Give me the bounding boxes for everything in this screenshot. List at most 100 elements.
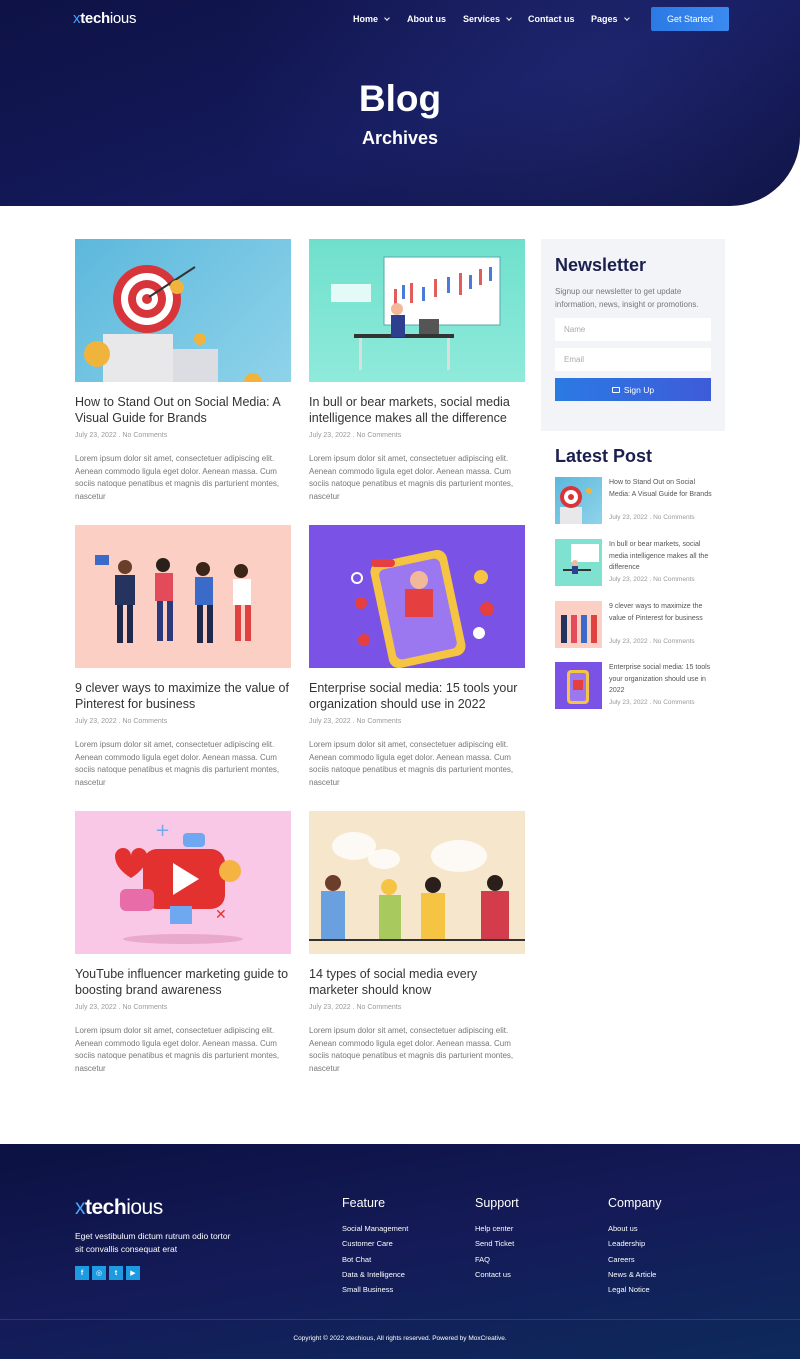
page-subtitle: Archives [361, 128, 439, 148]
footer-link[interactable]: FAQ [475, 1252, 519, 1267]
footer-link[interactable]: Send Ticket [475, 1236, 519, 1251]
post-title[interactable]: How to Stand Out on Social Media: A Visu… [75, 394, 291, 426]
people-illustration [561, 615, 597, 643]
nav-item-about[interactable]: About us [407, 14, 446, 24]
footer-link[interactable]: Legal Notice [608, 1282, 662, 1297]
discussion-illustration [309, 832, 525, 941]
footer-link[interactable]: Small Business [342, 1282, 408, 1297]
latest-post-item[interactable]: Enterprise social media: 15 tools your o… [555, 662, 715, 710]
footer-link[interactable]: About us [608, 1221, 662, 1236]
newsletter-description: Signup our newsletter to get update info… [555, 287, 699, 309]
latest-post-thumbnail[interactable] [555, 601, 602, 648]
latest-post-thumbnail[interactable] [555, 477, 602, 524]
footer-link[interactable]: Customer Care [342, 1236, 408, 1251]
post-meta: July 23, 2022 . No Comments [309, 718, 402, 725]
newsletter-widget: Newsletter Signup our newsletter to get … [541, 239, 725, 431]
post-title[interactable]: 9 clever ways to maximize the value of P… [75, 680, 291, 712]
post-card: 9 clever ways to maximize the value of P… [75, 525, 291, 789]
post-excerpt: Lorem ipsum dolor sit amet, consectetuer… [75, 1026, 280, 1073]
page-title: Blog [358, 78, 442, 119]
post-excerpt: Lorem ipsum dolor sit amet, consectetuer… [309, 454, 514, 501]
latest-post-item[interactable]: In bull or bear markets, social media in… [555, 539, 715, 587]
envelope-icon [611, 386, 620, 393]
post-excerpt: Lorem ipsum dolor sit amet, consectetuer… [309, 740, 514, 787]
post-excerpt: Lorem ipsum dolor sit amet, consectetuer… [75, 740, 280, 787]
post-title[interactable]: 14 types of social media every marketer … [309, 966, 525, 998]
footer-link[interactable]: Careers [608, 1252, 662, 1267]
twitter-icon[interactable]: t [109, 1266, 123, 1280]
latest-post-meta: July 23, 2022 . No Comments [609, 576, 695, 583]
post-thumbnail[interactable] [309, 239, 525, 382]
latest-post-item[interactable]: 9 clever ways to maximize the value of P… [555, 601, 715, 649]
chevron-down-icon [384, 14, 390, 21]
post-thumbnail[interactable] [75, 525, 291, 668]
post-card: How to Stand Out on Social Media: A Visu… [75, 239, 291, 503]
footer-logo[interactable]: xtechious [75, 1196, 163, 1220]
facebook-icon[interactable]: f [75, 1266, 89, 1280]
target-illustration [84, 265, 262, 382]
post-title[interactable]: YouTube influencer marketing guide to bo… [75, 966, 291, 998]
footer-link[interactable]: Leadership [608, 1236, 662, 1251]
post-thumbnail[interactable]: + ✕ [75, 811, 291, 954]
nav-item-contact[interactable]: Contact us [528, 14, 575, 24]
footer-link[interactable]: Bot Chat [342, 1252, 408, 1267]
sign-up-button[interactable]: Sign Up [555, 378, 711, 401]
footer-column-title: Company [608, 1196, 662, 1210]
social-phone-illustration [567, 670, 589, 704]
svg-text:✕: ✕ [215, 907, 227, 923]
post-card: 14 types of social media every marketer … [309, 811, 525, 1075]
latest-post-thumbnail[interactable] [555, 662, 602, 709]
latest-post-title-text[interactable]: How to Stand Out on Social Media: A Visu… [609, 477, 715, 500]
newsletter-title: Newsletter [555, 255, 647, 275]
post-title[interactable]: Enterprise social media: 15 tools your o… [309, 680, 525, 712]
footer-divider [0, 1319, 800, 1320]
latest-post-title-text[interactable]: 9 clever ways to maximize the value of P… [609, 601, 715, 624]
post-meta: July 23, 2022 . No Comments [75, 718, 168, 725]
post-meta: July 23, 2022 . No Comments [309, 432, 402, 439]
post-card: Enterprise social media: 15 tools your o… [309, 525, 525, 789]
nav-item-services[interactable]: Services [463, 14, 512, 24]
email-field[interactable] [555, 348, 711, 371]
svg-text:+: + [155, 820, 170, 841]
footer-column-feature: Feature Social Management Customer Care … [342, 1196, 408, 1297]
hero-banner: xtechious Home About us Services Contact… [0, 0, 800, 206]
post-card: In bull or bear markets, social media in… [309, 239, 525, 503]
social-phone-illustration [351, 549, 494, 668]
trading-illustration [563, 544, 599, 574]
youtube-icon[interactable]: ▶ [126, 1266, 140, 1280]
latest-post-title-text[interactable]: Enterprise social media: 15 tools your o… [609, 662, 715, 697]
instagram-icon[interactable]: ◎ [92, 1266, 106, 1280]
post-thumbnail[interactable] [309, 525, 525, 668]
get-started-button[interactable]: Get Started [651, 7, 729, 31]
latest-post-thumbnail[interactable] [555, 539, 602, 586]
post-card: + ✕ YouTube influencer marketing guide t… [75, 811, 291, 1075]
footer-link[interactable]: News & Article [608, 1267, 662, 1282]
youtube-illustration: + ✕ [115, 820, 243, 944]
chevron-down-icon [623, 14, 630, 21]
post-excerpt: Lorem ipsum dolor sit amet, consectetuer… [309, 1026, 514, 1073]
name-field[interactable] [555, 318, 711, 341]
footer-link[interactable]: Data & Intelligence [342, 1267, 408, 1282]
footer-link[interactable]: Help center [475, 1221, 519, 1236]
latest-post-meta: July 23, 2022 . No Comments [609, 638, 695, 645]
copyright-text: Copyright © 2022 xtechious, All rights r… [293, 1335, 507, 1342]
latest-post-meta: July 23, 2022 . No Comments [609, 514, 695, 521]
post-thumbnail[interactable] [309, 811, 525, 954]
site-logo[interactable]: xtechious [73, 10, 136, 27]
latest-post-title-text[interactable]: In bull or bear markets, social media in… [609, 539, 715, 574]
nav-item-home[interactable]: Home [353, 14, 390, 24]
people-illustration [95, 555, 251, 643]
post-meta: July 23, 2022 . No Comments [75, 1004, 168, 1011]
post-excerpt: Lorem ipsum dolor sit amet, consectetuer… [75, 454, 280, 501]
footer-link[interactable]: Social Management [342, 1221, 408, 1236]
footer-column-support: Support Help center Send Ticket FAQ Cont… [475, 1196, 519, 1282]
post-thumbnail[interactable] [75, 239, 291, 382]
footer-link[interactable]: Contact us [475, 1267, 519, 1282]
post-title[interactable]: In bull or bear markets, social media in… [309, 394, 525, 426]
post-meta: July 23, 2022 . No Comments [309, 1004, 402, 1011]
nav-item-pages[interactable]: Pages [591, 14, 630, 24]
footer-column-company: Company About us Leadership Careers News… [608, 1196, 662, 1297]
latest-post-item[interactable]: How to Stand Out on Social Media: A Visu… [555, 477, 715, 525]
trading-illustration [331, 256, 501, 370]
footer-column-title: Support [475, 1196, 519, 1210]
